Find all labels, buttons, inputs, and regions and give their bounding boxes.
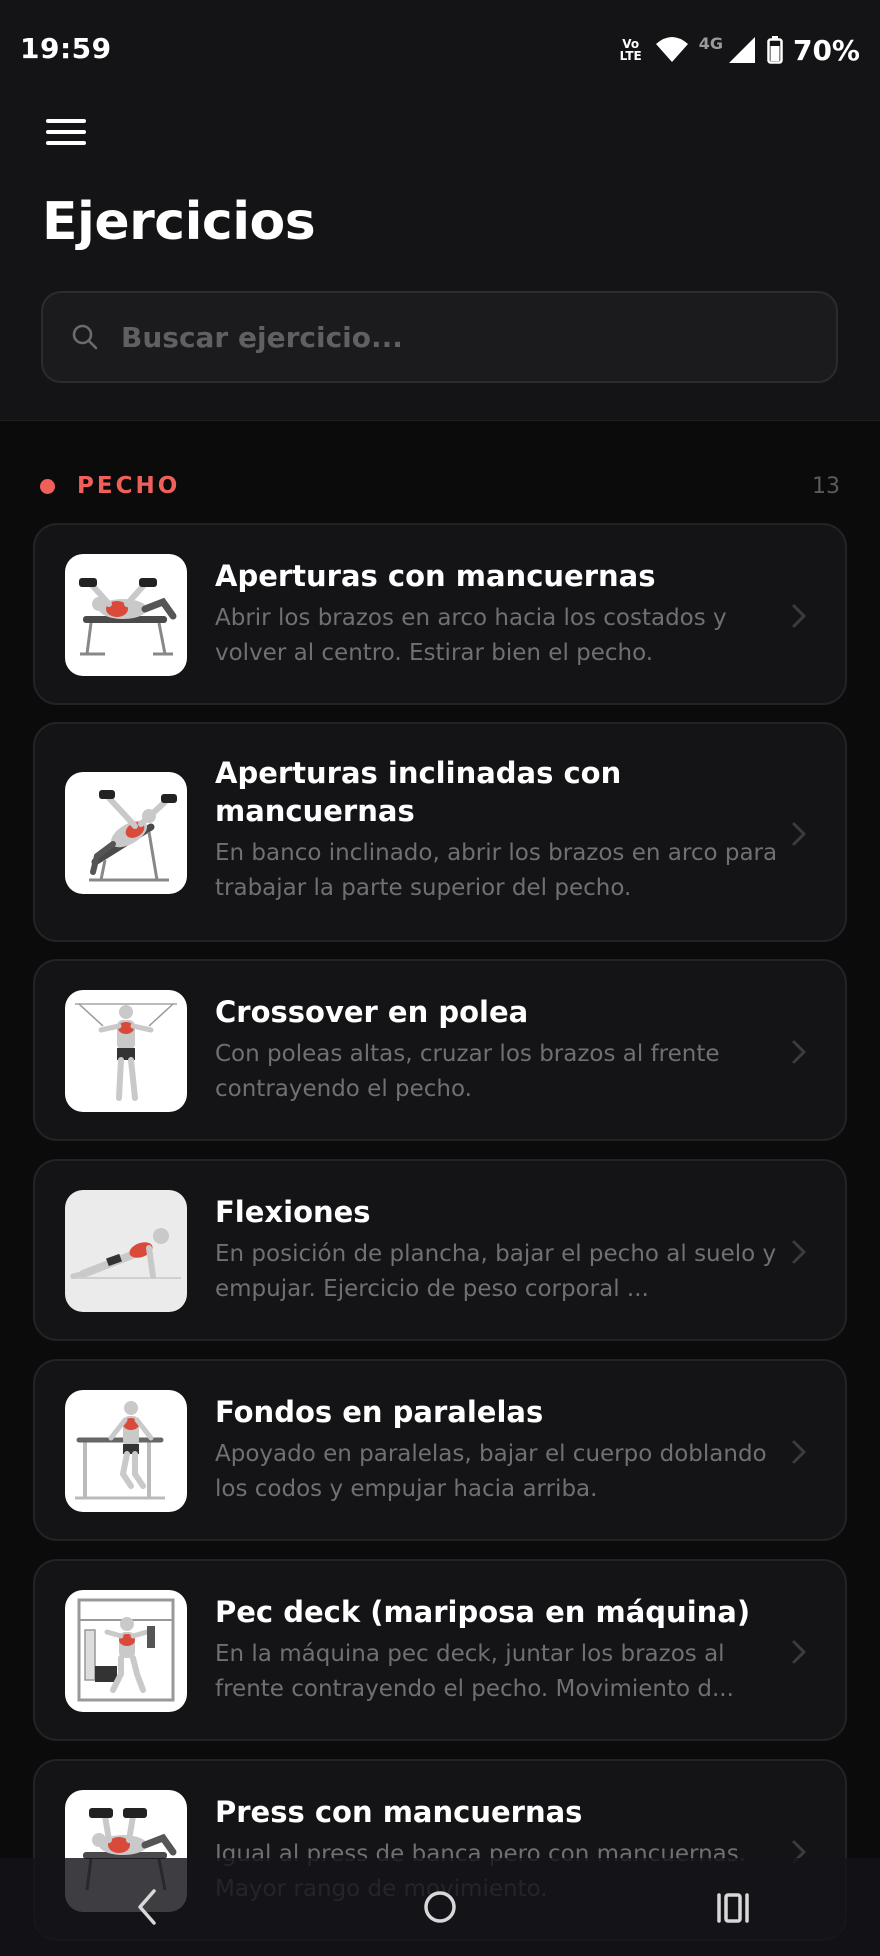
exercise-card[interactable]: Flexiones En posición de plancha, bajar … [33,1159,847,1341]
nav-home-button[interactable] [395,1872,485,1942]
exercise-text: Aperturas inclinadas con mancuernas En b… [215,754,785,906]
battery-percent: 70% [792,33,860,67]
system-nav-bar [0,1858,880,1956]
exercise-title: Crossover en polea [215,995,529,1029]
exercise-thumbnail [65,1390,187,1512]
chevron-right-icon [792,1640,806,1664]
exercise-figure-icon [89,790,177,882]
exercise-figure-icon [75,1003,177,1101]
exercise-text: Aperturas con mancuernas Abrir los brazo… [215,557,785,671]
exercise-title: Flexiones [215,1195,371,1229]
chevron-right-icon [792,1440,806,1464]
exercise-card[interactable]: Fondos en paralelas Apoyado en paralelas… [33,1359,847,1541]
exercise-description: En banco inclinado, abrir los brazos en … [215,840,778,901]
status-icons: Vo LTE 4G 70% [617,30,860,70]
wifi-icon [655,37,688,62]
exercise-text: Pec deck (mariposa en máquina) En la máq… [215,1593,785,1707]
exercise-figure-icon [75,1401,165,1500]
search-input[interactable] [119,306,816,368]
exercise-title: Aperturas con mancuernas [215,559,656,593]
search-box[interactable] [41,291,838,383]
exercise-description: Con poleas altas, cruzar los brazos al f… [215,1041,720,1102]
home-icon [424,1891,456,1923]
exercise-description: En la máquina pec deck, juntar los brazo… [215,1641,734,1702]
exercise-figure-icon [77,1598,175,1702]
exercise-title: Fondos en paralelas [215,1395,544,1429]
volte-icon: Vo LTE [617,38,645,62]
recents-icon [717,1893,750,1923]
exercise-card[interactable]: Crossover en polea Con poleas altas, cru… [33,959,847,1141]
exercise-figure-icon [70,1228,181,1279]
menu-button[interactable] [34,104,98,160]
exercise-description: Apoyado en paralelas, bajar el cuerpo do… [215,1441,767,1502]
exercise-thumbnail [65,772,187,894]
cell-signal-icon [728,37,755,63]
nav-back-button[interactable] [102,1872,192,1942]
hamburger-menu-icon [46,119,86,145]
exercise-card[interactable]: Pec deck (mariposa en máquina) En la máq… [33,1559,847,1741]
chevron-right-icon [792,822,806,846]
chevron-right-icon [792,1240,806,1264]
page-title: Ejercicios [42,192,316,252]
section-label: PECHO [77,473,181,499]
exercise-text: Flexiones En posición de plancha, bajar … [215,1193,785,1307]
exercise-card[interactable]: Aperturas con mancuernas Abrir los brazo… [33,523,847,705]
search-icon [69,321,101,353]
nav-recents-button[interactable] [688,1872,778,1942]
status-bar: 19:59 Vo LTE 4G 70% [0,0,880,100]
exercise-card[interactable]: Aperturas inclinadas con mancuernas En b… [33,722,847,942]
exercise-title: Press con mancuernas [215,1795,583,1829]
exercise-thumbnail [65,990,187,1112]
exercise-thumbnail [65,1590,187,1712]
exercise-thumbnail [65,554,187,676]
exercise-description: Abrir los brazos en arco hacia los costa… [215,605,727,666]
volte-bottom-label: LTE [619,49,642,63]
exercise-title: Pec deck (mariposa en máquina) [215,1595,751,1629]
back-icon [137,1889,156,1925]
exercise-thumbnail [65,1190,187,1312]
status-time: 19:59 [20,32,112,65]
section-header-pecho: PECHO 13 [40,468,840,504]
network-type-label: 4G [698,33,723,53]
chevron-right-icon [792,604,806,628]
section-dot [40,478,55,494]
exercise-text: Crossover en polea Con poleas altas, cru… [215,993,785,1107]
battery-icon [767,36,783,64]
section-count: 13 [812,473,840,499]
exercise-title: Aperturas inclinadas con mancuernas [215,756,622,828]
exercise-description: En posición de plancha, bajar el pecho a… [215,1241,777,1302]
chevron-right-icon [792,1040,806,1064]
exercise-text: Fondos en paralelas Apoyado en paralelas… [215,1393,785,1507]
exercise-figure-icon [79,578,177,656]
